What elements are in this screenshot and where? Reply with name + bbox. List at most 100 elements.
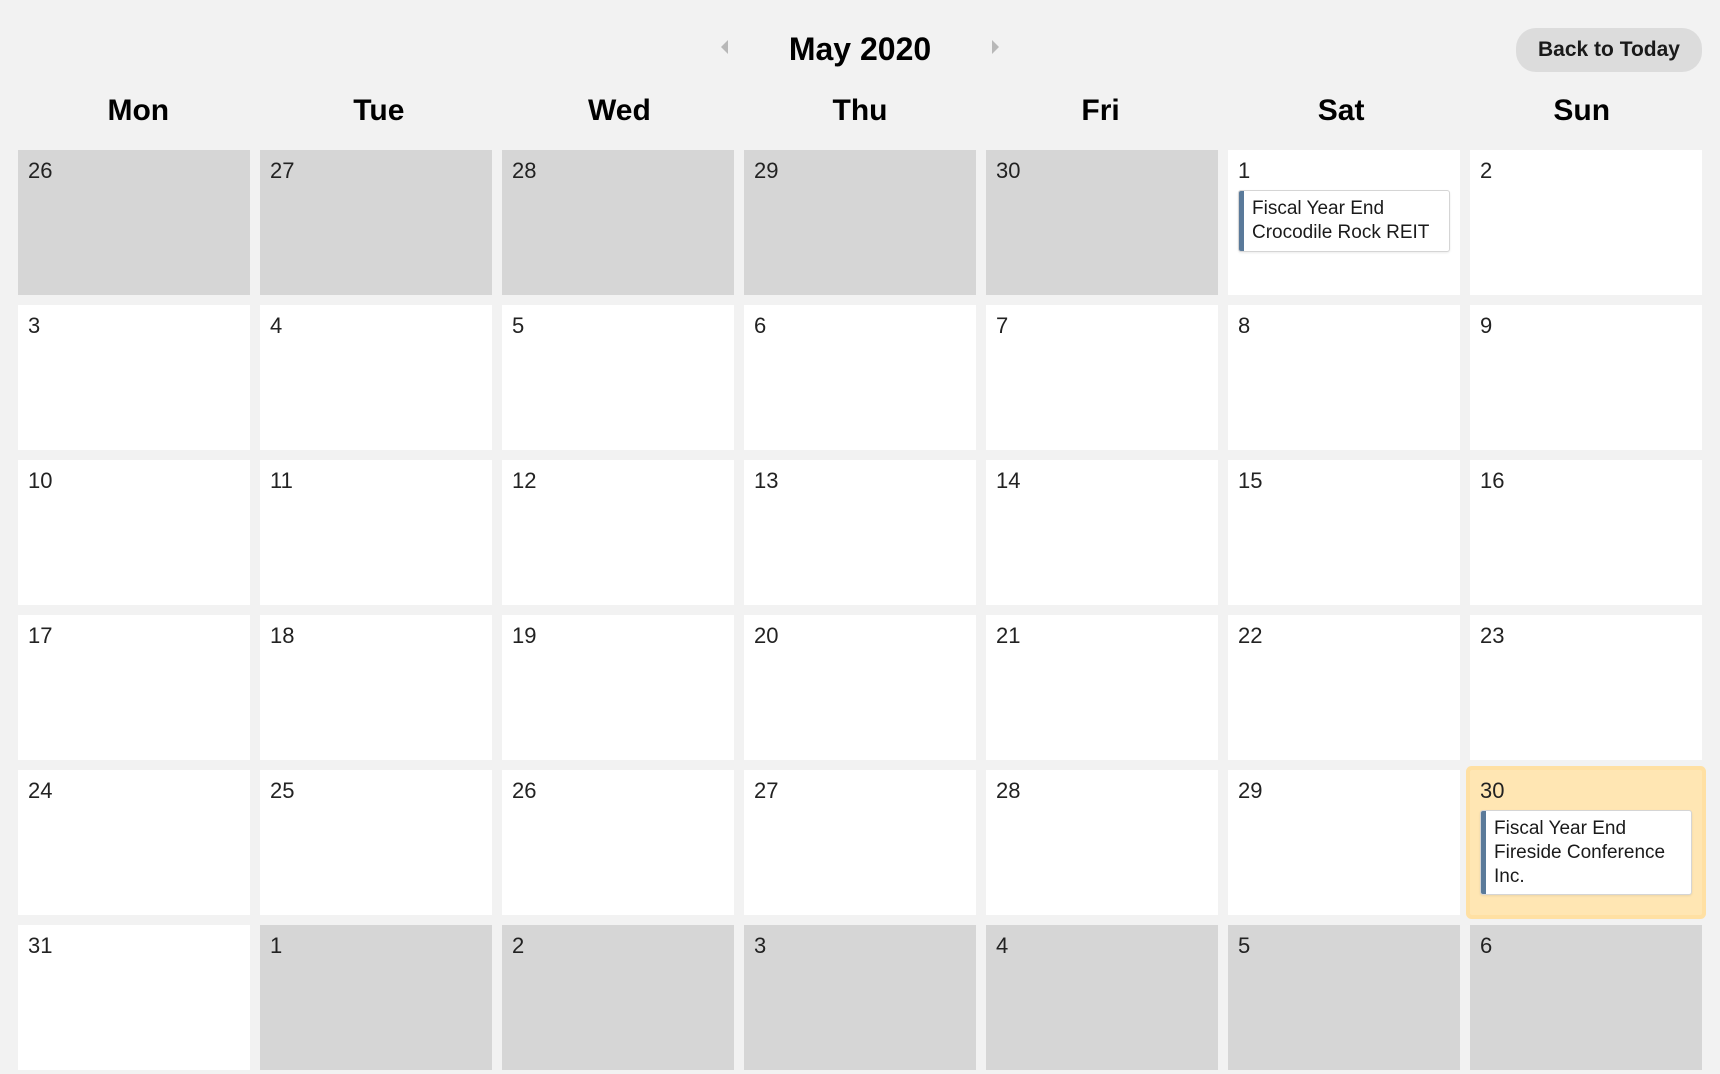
day-cell[interactable]: 22: [1228, 615, 1460, 760]
day-number: 26: [28, 158, 240, 184]
day-cell[interactable]: 23: [1470, 615, 1702, 760]
day-cell[interactable]: 1 Fiscal Year EndCrocodile Rock REIT: [1228, 150, 1460, 295]
day-number: 16: [1480, 468, 1692, 494]
day-cell[interactable]: 30 Fiscal Year EndFireside Conference Inc…: [1470, 770, 1702, 915]
day-cell[interactable]: 29: [744, 150, 976, 295]
day-number: 29: [754, 158, 966, 184]
day-cell[interactable]: 21: [986, 615, 1218, 760]
weekday-label: Fri: [980, 86, 1221, 142]
day-cell[interactable]: 3: [744, 925, 976, 1070]
day-cell[interactable]: 14: [986, 460, 1218, 605]
event-title: Fiscal Year End: [1494, 817, 1683, 841]
day-cell[interactable]: 28: [986, 770, 1218, 915]
day-number: 9: [1480, 313, 1692, 339]
event-card[interactable]: Fiscal Year EndCrocodile Rock REIT: [1238, 190, 1450, 252]
event-body: Fiscal Year EndFireside Conference Inc.: [1486, 811, 1691, 894]
weekday-label: Thu: [740, 86, 981, 142]
day-cell[interactable]: 27: [260, 150, 492, 295]
day-cell[interactable]: 25: [260, 770, 492, 915]
day-cell[interactable]: 4: [260, 305, 492, 450]
chevron-left-icon: [719, 39, 731, 55]
day-number: 30: [996, 158, 1208, 184]
day-cell[interactable]: 6: [1470, 925, 1702, 1070]
weekday-label: Tue: [259, 86, 500, 142]
day-cell[interactable]: 26: [18, 150, 250, 295]
weekday-label: Sun: [1461, 86, 1702, 142]
day-number: 27: [270, 158, 482, 184]
day-cell[interactable]: 16: [1470, 460, 1702, 605]
day-cell[interactable]: 24: [18, 770, 250, 915]
day-cell[interactable]: 9: [1470, 305, 1702, 450]
day-number: 29: [1238, 778, 1450, 804]
day-cell[interactable]: 30: [986, 150, 1218, 295]
day-cell[interactable]: 4: [986, 925, 1218, 1070]
day-number: 15: [1238, 468, 1450, 494]
day-cell[interactable]: 7: [986, 305, 1218, 450]
day-number: 23: [1480, 623, 1692, 649]
day-cell[interactable]: 1: [260, 925, 492, 1070]
day-number: 17: [28, 623, 240, 649]
day-number: 3: [754, 933, 966, 959]
day-cell[interactable]: 29: [1228, 770, 1460, 915]
day-number: 18: [270, 623, 482, 649]
day-cell[interactable]: 11: [260, 460, 492, 605]
day-cell[interactable]: 15: [1228, 460, 1460, 605]
day-number: 22: [1238, 623, 1450, 649]
day-number: 8: [1238, 313, 1450, 339]
day-cell[interactable]: 6: [744, 305, 976, 450]
day-number: 11: [270, 468, 482, 494]
day-number: 31: [28, 933, 240, 959]
day-number: 30: [1480, 778, 1692, 804]
calendar-header: May 2020 Back to Today: [18, 18, 1702, 80]
day-number: 27: [754, 778, 966, 804]
day-number: 6: [1480, 933, 1692, 959]
prev-month-button[interactable]: [709, 32, 741, 67]
day-cell[interactable]: 12: [502, 460, 734, 605]
day-cell[interactable]: 20: [744, 615, 976, 760]
day-cell[interactable]: 27: [744, 770, 976, 915]
day-number: 1: [270, 933, 482, 959]
day-number: 28: [512, 158, 724, 184]
day-cell[interactable]: 19: [502, 615, 734, 760]
day-number: 19: [512, 623, 724, 649]
day-cell[interactable]: 10: [18, 460, 250, 605]
event-title: Fiscal Year End: [1252, 197, 1429, 221]
day-number: 4: [270, 313, 482, 339]
calendar-grid: 26272829301Fiscal Year EndCrocodile Rock…: [18, 150, 1702, 1070]
day-cell[interactable]: 13: [744, 460, 976, 605]
event-card[interactable]: Fiscal Year EndFireside Conference Inc.: [1480, 810, 1692, 895]
day-cell[interactable]: 17: [18, 615, 250, 760]
day-number: 4: [996, 933, 1208, 959]
event-body: Fiscal Year EndCrocodile Rock REIT: [1244, 191, 1437, 251]
day-cell[interactable]: 5: [502, 305, 734, 450]
day-number: 2: [1480, 158, 1692, 184]
day-cell[interactable]: 26: [502, 770, 734, 915]
day-number: 14: [996, 468, 1208, 494]
weekday-header-row: Mon Tue Wed Thu Fri Sat Sun: [18, 86, 1702, 142]
day-cell[interactable]: 3: [18, 305, 250, 450]
day-number: 26: [512, 778, 724, 804]
weekday-label: Wed: [499, 86, 740, 142]
chevron-right-icon: [989, 39, 1001, 55]
back-to-today-button[interactable]: Back to Today: [1516, 28, 1702, 72]
day-number: 5: [1238, 933, 1450, 959]
day-cell[interactable]: 2: [1470, 150, 1702, 295]
month-title: May 2020: [789, 31, 931, 68]
day-number: 7: [996, 313, 1208, 339]
day-number: 3: [28, 313, 240, 339]
day-number: 6: [754, 313, 966, 339]
day-cell[interactable]: 2: [502, 925, 734, 1070]
weekday-label: Sat: [1221, 86, 1462, 142]
weekday-label: Mon: [18, 86, 259, 142]
day-number: 1: [1238, 158, 1450, 184]
day-cell[interactable]: 31: [18, 925, 250, 1070]
day-number: 21: [996, 623, 1208, 649]
day-cell[interactable]: 5: [1228, 925, 1460, 1070]
day-cell[interactable]: 8: [1228, 305, 1460, 450]
day-cell[interactable]: 28: [502, 150, 734, 295]
next-month-button[interactable]: [979, 32, 1011, 67]
day-number: 24: [28, 778, 240, 804]
day-cell[interactable]: 18: [260, 615, 492, 760]
day-number: 20: [754, 623, 966, 649]
day-number: 10: [28, 468, 240, 494]
